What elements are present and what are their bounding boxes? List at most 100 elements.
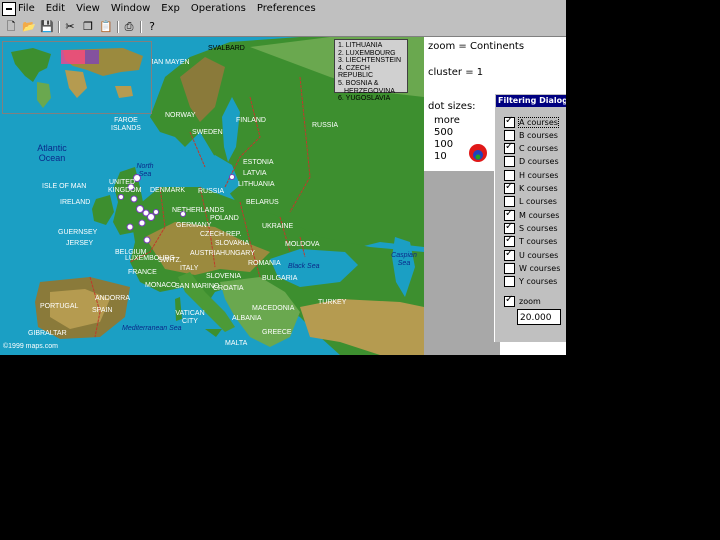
map-label: JAN MAYEN xyxy=(150,59,190,66)
zoom-checkbox-label: zoom xyxy=(519,296,541,306)
zoom-checkbox[interactable] xyxy=(504,294,515,307)
map-label: ROMANIA xyxy=(248,260,281,267)
menu-file[interactable]: File xyxy=(18,3,35,14)
menu-preferences[interactable]: Preferences xyxy=(257,3,316,14)
paste-icon[interactable]: 📋 xyxy=(99,20,113,34)
menu-exp[interactable]: Exp xyxy=(161,3,180,14)
map-label: FINLAND xyxy=(236,117,266,124)
map-label: VATICAN CITY xyxy=(175,310,205,325)
toolbar-separator xyxy=(58,21,60,33)
map-label: UKRAINE xyxy=(262,223,294,230)
copy-icon[interactable]: ❐ xyxy=(81,20,95,34)
legend-item: 2. LUXEMBOURG xyxy=(338,49,396,57)
map-label: ANDORRA xyxy=(95,295,131,302)
filter-option-row[interactable]: Y courses xyxy=(504,276,557,288)
dot-size-icon xyxy=(469,144,487,162)
dot-sizes-title: dot sizes: xyxy=(428,101,476,112)
map-label: HUNGARY xyxy=(220,250,255,257)
map-label: RUSSIA xyxy=(198,188,225,195)
dot-size-label: 100 xyxy=(434,139,454,150)
map-label: FAROE ISLANDS xyxy=(111,117,141,132)
map-label: SWEDEN xyxy=(192,129,223,136)
zoom-readout: zoom = Continents xyxy=(428,41,525,52)
filter-option-row[interactable]: U courses xyxy=(504,248,558,261)
menu-operations[interactable]: Operations xyxy=(191,3,246,14)
filter-checkbox[interactable] xyxy=(504,262,515,274)
filter-option-row[interactable]: T courses xyxy=(504,234,557,248)
cluster-readout: cluster = 1 xyxy=(428,67,484,78)
filter-checkbox[interactable] xyxy=(504,115,515,128)
filter-option-row[interactable]: C courses xyxy=(504,141,558,155)
map-label: LATVIA xyxy=(243,170,267,177)
map-label: JERSEY xyxy=(66,240,94,247)
map-label: RUSSIA xyxy=(312,122,339,129)
filter-option-row[interactable]: D courses xyxy=(504,156,559,168)
filter-checkbox[interactable] xyxy=(504,221,515,234)
map-label: IRELAND xyxy=(60,199,91,206)
filter-checkbox[interactable] xyxy=(504,276,515,288)
map-label: BELGIUM xyxy=(115,249,147,256)
filter-option-row[interactable]: B courses xyxy=(504,129,558,141)
dot-sizes-list: more 500 100 10 xyxy=(434,115,460,163)
filter-option-row[interactable]: K courses xyxy=(504,181,558,195)
filter-option-label: W courses xyxy=(519,263,561,273)
filtering-dialog: Filtering Dialog A courses B courses C cou… xyxy=(494,93,566,342)
map-label: NORWAY xyxy=(165,112,196,119)
zoom-value-input[interactable]: 20.000 xyxy=(517,309,561,325)
filter-checkbox[interactable] xyxy=(504,141,515,155)
filter-option-row[interactable]: H courses xyxy=(504,169,558,181)
panel-background xyxy=(500,340,566,355)
map-label: BULGARIA xyxy=(262,275,298,282)
filter-checkbox[interactable] xyxy=(504,208,515,221)
map-label: NETHERLANDS xyxy=(172,207,225,214)
menu-window[interactable]: Window xyxy=(111,3,150,14)
filter-checkbox[interactable] xyxy=(504,169,515,181)
europe-map[interactable]: SVALBARD JAN MAYEN FAROE ISLANDS NORWAY … xyxy=(0,37,424,355)
map-label: GUERNSEY xyxy=(58,229,98,236)
filter-checkbox[interactable] xyxy=(504,156,515,168)
map-label: Black Sea xyxy=(288,263,320,270)
map-label: SLOVAKIA xyxy=(215,240,250,247)
menu-view[interactable]: View xyxy=(76,3,100,14)
print-icon[interactable]: ⎙ xyxy=(122,20,136,34)
system-menu-icon[interactable] xyxy=(2,2,16,16)
save-icon[interactable]: 💾 xyxy=(40,20,54,34)
filter-option-label: L courses xyxy=(519,197,557,207)
filter-checkbox[interactable] xyxy=(504,196,515,208)
menu-edit[interactable]: Edit xyxy=(46,3,65,14)
filter-option-row[interactable]: L courses xyxy=(504,196,557,208)
map-copyright: ©1999 maps.com xyxy=(3,343,58,350)
zoom-checkbox-row[interactable]: zoom xyxy=(504,294,541,307)
map-label: GREECE xyxy=(262,329,292,336)
filter-option-row[interactable]: S courses xyxy=(504,221,558,234)
legend-item: 6. YUGOSLAVIA xyxy=(338,95,391,103)
map-label: Mediterranean Sea xyxy=(122,325,182,332)
open-folder-icon[interactable]: 📂 xyxy=(22,20,36,34)
dialog-title-bar[interactable]: Filtering Dialog xyxy=(496,95,566,107)
map-label: UNITED KINGDOM xyxy=(108,179,142,194)
filter-option-label: A courses xyxy=(518,116,559,128)
new-file-icon[interactable]: 🗋 xyxy=(4,20,18,34)
toolbar: 🗋 📂 💾 ✂ ❐ 📋 ⎙ ? xyxy=(0,18,566,37)
map-label: ISLE OF MAN xyxy=(42,183,87,190)
filter-checkbox[interactable] xyxy=(504,129,515,141)
world-minimap[interactable] xyxy=(2,41,152,114)
map-label: ALBANIA xyxy=(232,315,262,322)
filter-checkbox[interactable] xyxy=(504,234,515,248)
filter-option-label: S courses xyxy=(519,223,558,233)
map-label: MOLDOVA xyxy=(285,241,320,248)
cut-icon[interactable]: ✂ xyxy=(63,20,77,34)
filter-option-row[interactable]: A courses xyxy=(504,115,559,128)
dot-size-label: 10 xyxy=(434,151,447,162)
map-label: SLOVENIA xyxy=(206,273,242,280)
filter-option-row[interactable]: W courses xyxy=(504,262,560,274)
help-icon[interactable]: ? xyxy=(145,20,159,34)
filter-checkbox[interactable] xyxy=(504,248,515,261)
dot-size-label: 500 xyxy=(434,127,454,138)
filter-checkbox[interactable] xyxy=(504,181,515,194)
map-label: FRANCE xyxy=(128,269,157,276)
filter-option-row[interactable]: M courses xyxy=(504,208,560,221)
application-window: File Edit View Window Exp Operations Pre… xyxy=(0,0,566,355)
filter-option-label: M courses xyxy=(519,210,560,220)
legend-item: HERZEGOVINA xyxy=(344,87,395,95)
